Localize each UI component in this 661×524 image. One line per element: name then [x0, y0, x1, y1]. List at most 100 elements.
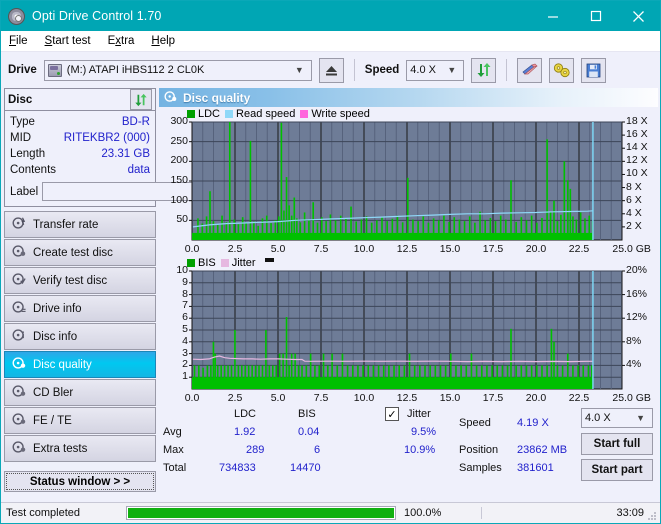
chart1-canvas[interactable]: 50 100 150 200 250 300 2 X4 X6 X8 X 10 X 12 X 14 …: [159, 115, 658, 256]
progress-bar: [126, 506, 396, 520]
results-samples-label: Samples: [459, 462, 502, 474]
results-row-total-label: Total: [163, 462, 187, 474]
y2-axis-tick: 4 X: [626, 206, 642, 219]
menu-item-file[interactable]: File: [9, 35, 28, 47]
main-header-title: Disc quality: [183, 90, 251, 105]
status-bar: Test completed 100.0% 33:09: [1, 502, 660, 523]
y2-axis-tick: 10 X: [626, 167, 648, 180]
y2-axis-tick: 8%: [626, 334, 642, 347]
sidebar-item-disc-quality[interactable]: Disc quality: [4, 351, 156, 378]
sidebar: Disc Type BD-R MID RITEKBR2 (000) Length…: [1, 88, 247, 502]
y-axis-tick: 2: [182, 358, 188, 371]
menu-item-extra[interactable]: Extra: [108, 35, 135, 47]
x-axis-tick: 5.0: [270, 392, 286, 404]
progress-percent: 100.0%: [404, 507, 442, 519]
sidebar-item-create-test-disc[interactable]: Create test disc: [4, 239, 156, 266]
menu-item-start-test[interactable]: Start test: [45, 35, 91, 47]
erase-button[interactable]: [517, 57, 543, 83]
legend-swatch-read-speed: [225, 109, 234, 118]
chart2-marker-icon: [264, 258, 274, 262]
sidebar-item-verify-test-disc[interactable]: Verify test disc: [4, 267, 156, 294]
sidebar-item-cd-bler[interactable]: CD Bler: [4, 379, 156, 406]
disc-value-contents: data: [127, 164, 150, 176]
title-bar: Opti Drive Control 1.70: [1, 1, 660, 31]
x-axis-tick: 22.5: [568, 392, 590, 404]
y2-axis-tick: 8 X: [626, 180, 642, 193]
sidebar-item-fe-te[interactable]: FE / TE: [4, 407, 156, 434]
results-max-jitter: 10.9%: [404, 444, 436, 456]
results-col-ldc: LDC: [234, 408, 257, 420]
app-window: Opti Drive Control 1.70 File Start test …: [0, 0, 661, 524]
x-axis-tick: 25.0 GB: [612, 243, 651, 255]
y-axis-tick: 5: [182, 323, 188, 335]
start-part-button[interactable]: Start part: [581, 459, 653, 481]
sidebar-item-drive-info[interactable]: Drive info: [4, 295, 156, 322]
close-button[interactable]: [617, 1, 660, 31]
status-window-button[interactable]: Status window > >: [4, 471, 156, 492]
jitter-checkbox[interactable]: ✓: [385, 407, 399, 421]
eject-button[interactable]: [318, 57, 344, 83]
x-axis-tick: 15.0: [439, 392, 461, 404]
status-text: Test completed: [6, 507, 80, 519]
chart-bis-jitter: BIS Jitter 1 2 3 4 5 6 7 8 9 10 4% 8% 12% 16% 20% 0.0 2.…: [159, 256, 658, 405]
sidebar-label-cd-bler: CD Bler: [33, 386, 74, 399]
y-axis-tick: 300: [170, 115, 188, 127]
legend-swatch-jitter: [220, 258, 229, 267]
result-speed-select[interactable]: 4.0 X ▼: [581, 408, 653, 428]
resize-grip-icon[interactable]: [648, 511, 657, 520]
disc-refresh-button[interactable]: [130, 89, 152, 110]
maximize-button[interactable]: [574, 1, 617, 31]
results-avg-jitter: 9.5%: [411, 426, 437, 438]
sidebar-label-drive-info: Drive info: [33, 302, 82, 315]
drive-label: Drive: [8, 64, 37, 76]
y2-axis-tick: 6 X: [626, 193, 642, 206]
app-disc-icon: [8, 7, 25, 25]
speed-select[interactable]: 4.0 X ▼: [406, 59, 465, 81]
x-axis-tick: 5.0: [270, 243, 286, 255]
x-axis-tick: 20.0: [525, 243, 547, 255]
y2-axis-tick: 2 X: [626, 219, 642, 232]
disc-tools-button[interactable]: [549, 57, 575, 83]
sidebar-item-transfer-rate[interactable]: Transfer rate: [4, 211, 156, 238]
disc-key-contents: Contents: [10, 164, 57, 176]
drive-select[interactable]: (M:) ATAPI iHBS112 2 CL0K ▼: [43, 59, 312, 81]
menu-item-help[interactable]: Help: [151, 35, 175, 47]
results-total-ldc: 734833: [219, 462, 256, 474]
y-axis-tick: 4: [182, 334, 188, 347]
results-total-bis: 14470: [290, 462, 321, 474]
y-axis-tick: 50: [176, 213, 188, 226]
disc-info-icon: [12, 328, 26, 345]
disc-panel-header: Disc: [5, 89, 155, 111]
minimize-button[interactable]: [531, 1, 574, 31]
chevron-down-icon: ▼: [294, 65, 304, 75]
y-axis-tick: 8: [182, 287, 188, 300]
sidebar-item-disc-info[interactable]: Disc info: [4, 323, 156, 350]
x-axis-tick: 0.0: [184, 243, 200, 255]
y2-axis-tick: 16 X: [626, 128, 648, 141]
y-axis-tick: 250: [170, 134, 188, 147]
results-speed-value: 4.19 X: [517, 417, 549, 429]
sidebar-label-extra-tests: Extra tests: [33, 442, 88, 455]
disc-label-key: Label: [10, 185, 39, 198]
refresh-button[interactable]: [471, 57, 497, 83]
x-axis-tick: 2.5: [227, 392, 243, 404]
save-button[interactable]: [581, 57, 607, 83]
disc-panel: Disc Type BD-R MID RITEKBR2 (000) Length…: [4, 88, 247, 207]
legend-label-jitter: Jitter: [231, 256, 256, 269]
disc-row-contents: Contents data: [10, 162, 150, 178]
chevron-down-icon: ▼: [447, 65, 457, 75]
legend-label-read-speed: Read speed: [236, 107, 296, 120]
results-avg-ldc: 1.92: [234, 426, 256, 438]
chart2-canvas[interactable]: 1 2 3 4 5 6 7 8 9 10 4% 8% 12% 16% 20% 0.0 2.5 5.0 7.5 10.0…: [159, 264, 658, 405]
chart1-legend: LDC Read speed Write speed: [159, 107, 658, 120]
jitter-label: Jitter: [407, 408, 431, 420]
x-axis-tick: 7.5: [313, 243, 329, 255]
disc-properties: Type BD-R MID RITEKBR2 (000) Length 23.3…: [5, 111, 247, 206]
nav-list: Transfer rate Create test disc Verify te…: [4, 211, 156, 462]
legend-item-jitter: Jitter: [220, 256, 256, 269]
start-full-button[interactable]: Start full: [581, 433, 653, 455]
disc-row-mid: MID RITEKBR2 (000): [10, 130, 150, 146]
sidebar-item-extra-tests[interactable]: Extra tests: [4, 435, 156, 462]
results-max-ldc: 289: [246, 444, 265, 456]
disc-value-type: BD-R: [121, 116, 150, 128]
